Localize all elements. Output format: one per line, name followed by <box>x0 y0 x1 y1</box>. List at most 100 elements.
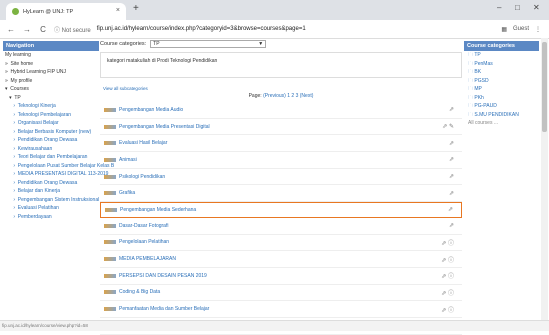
security-indicator[interactable]: ⓘ Not secure <box>54 25 91 34</box>
browser-tab[interactable]: HyLearn @ UNJ: TP × <box>6 3 126 20</box>
course-categories-header: Course categories <box>464 41 539 51</box>
course-link[interactable]: Psikologi Pendidikan <box>119 174 165 180</box>
course-row: Evaluasi Hasil Belajar ⇗ <box>100 135 462 153</box>
course-link[interactable]: Animasi <box>119 157 137 163</box>
course-info-icon[interactable]: ⇗ ⓘ <box>441 238 454 247</box>
course-row: Pengelolaan Pelatihan ⇗ ⓘ <box>100 235 462 252</box>
course-link[interactable]: MEDIA PEMBELAJARAN <box>119 256 176 262</box>
course-link[interactable]: PERSEPSI DAN DESAIN PESAN 2019 <box>119 273 207 279</box>
prev-page-link[interactable]: (Previous) <box>263 93 286 99</box>
category-item[interactable]: 🗀 PGSD <box>464 77 539 86</box>
course-info-icon[interactable]: ⇗ <box>449 190 454 197</box>
nav-item[interactable]: My learning <box>3 51 99 60</box>
category-select[interactable]: TP ▼ <box>150 40 267 48</box>
course-row: Pengembangan Media Audio ⇗ <box>100 102 462 119</box>
course-image <box>104 124 116 129</box>
maximize-button[interactable]: □ <box>515 3 520 12</box>
nav-item[interactable]: » My profile <box>3 77 99 86</box>
menu-icon[interactable]: ⋮ <box>535 26 541 33</box>
course-image <box>104 290 116 295</box>
category-item[interactable]: 🗀 TP <box>464 51 539 60</box>
category-label: TP <box>474 52 481 58</box>
pagination: Page: (Previous) 1 2 3 (Next) <box>248 93 314 99</box>
category-item[interactable]: 🗀 PKh <box>464 94 539 103</box>
course-link[interactable]: Grafika <box>119 190 135 196</box>
course-link[interactable]: Pengembangan Media Audio <box>119 107 183 113</box>
nav-item[interactable]: » Site home <box>3 60 99 69</box>
course-image <box>104 273 116 278</box>
course-info-icon[interactable]: ⇗ ⓘ <box>441 288 454 297</box>
nav-item[interactable]: › Pendidikan Orang Dewasa <box>3 136 99 145</box>
next-page-link[interactable]: (Next) <box>300 93 314 99</box>
nav-item[interactable]: ▾ Courses <box>3 85 99 94</box>
nav-item[interactable]: › Belajar Berbasis Komputer (new) <box>3 128 99 137</box>
guest-profile-button[interactable]: Guest <box>513 26 529 32</box>
course-link[interactable]: Pemanfaatan Media dan Sumber Belajar <box>119 306 209 312</box>
course-info-icon[interactable]: ⇗ <box>449 106 454 113</box>
course-list: Pengembangan Media Audio ⇗ Pengembangan Me… <box>100 102 462 335</box>
course-info-icon[interactable]: ⇗ <box>448 206 453 213</box>
nav-item[interactable]: › Pendidikan Orang Dewasa <box>3 179 99 188</box>
nav-item[interactable]: › Organisasi Belajar <box>3 119 99 128</box>
course-info-icon[interactable]: ⇗ <box>449 156 454 163</box>
tab-close-icon[interactable]: × <box>116 7 120 14</box>
course-info-icon[interactable]: ⇗ <box>449 222 454 229</box>
course-info-icon[interactable]: ⇗ <box>449 140 454 147</box>
category-item[interactable]: 🗀 MP <box>464 85 539 94</box>
course-info-icon[interactable]: ⇗ ✎ <box>442 123 454 130</box>
scrollbar[interactable] <box>541 38 548 320</box>
course-link[interactable]: Pengembangan Media Presentasi Digital <box>119 124 210 130</box>
nav-item[interactable]: › Teknologi Kinerja <box>3 102 99 111</box>
minimize-button[interactable]: – <box>497 3 501 12</box>
nav-item[interactable]: › Pemberdayaan <box>3 213 99 222</box>
course-image <box>104 257 116 262</box>
category-label: S.MU PENDIDIKAN <box>474 111 519 118</box>
status-bar: fip.unj.ac.id/hylearn/course/view.php?id… <box>0 320 549 331</box>
course-row: Pengembangan Media Presentasi Digital ⇗ ✎ <box>100 119 462 136</box>
all-courses-link[interactable]: All courses ... <box>464 119 539 127</box>
nav-item[interactable]: » Hybrid Learning FIP UNJ <box>3 68 99 77</box>
close-window-button[interactable]: ✕ <box>533 3 540 12</box>
nav-item[interactable]: › Pengelolaan Pusat Sumber Belajar Kelas… <box>3 162 114 171</box>
course-image <box>104 307 116 312</box>
course-info-icon[interactable]: ⇗ ⓘ <box>441 255 454 264</box>
back-button[interactable]: ← <box>6 25 16 34</box>
nav-item[interactable]: › MEDIA PRESENTASI DIGITAL 113-2019 <box>3 170 108 179</box>
course-row: Psikologi Pendidikan ⇗ <box>100 169 462 186</box>
course-info-icon[interactable]: ⇗ ⓘ <box>441 271 454 280</box>
nav-item[interactable]: ▾ TP <box>3 94 99 103</box>
nav-item[interactable]: › Pengembangan Sistem Instruksional <box>3 196 99 205</box>
extensions-icon[interactable]: ▦ <box>501 26 507 33</box>
course-categories-block: Course categories 🗀 TP 🗀 PenMas 🗀 BK 🗀 PGSD… <box>464 41 539 127</box>
nav-item[interactable]: › Evaluasi Pelatihan <box>3 204 99 213</box>
course-row: Grafika ⇗ <box>100 185 462 203</box>
category-item[interactable]: 🗀 BK <box>464 68 539 77</box>
course-info-icon[interactable]: ⇗ <box>449 173 454 180</box>
category-label: BK <box>474 69 482 75</box>
page-numbers[interactable]: 1 2 3 <box>287 93 298 99</box>
url-field[interactable]: fip.unj.ac.id/hylearn/course/index.php?c… <box>97 26 306 32</box>
course-link[interactable]: Evaluasi Hasil Belajar <box>119 140 167 146</box>
course-link[interactable]: Pengelolaan Pelatihan <box>119 239 169 245</box>
category-item[interactable]: 🗀 PenMas <box>464 60 539 69</box>
view-all-link[interactable]: View all subcategories <box>103 86 462 91</box>
forward-button[interactable]: → <box>22 25 32 34</box>
nav-item[interactable]: › Teori Belajar dan Pembelajaran <box>3 153 99 162</box>
category-label: PGSD <box>474 77 489 84</box>
nav-item[interactable]: › Teknologi Pembelajaran <box>3 111 99 120</box>
course-row: MEDIA PEMBELAJARAN ⇗ ⓘ <box>100 251 462 268</box>
category-label: MP <box>474 86 482 92</box>
category-item[interactable]: 🗀 S.MU PENDIDIKAN <box>464 111 539 120</box>
course-info-icon[interactable]: ⇗ ⓘ <box>441 305 454 314</box>
nav-item[interactable]: › Kewirausahaan <box>3 145 99 154</box>
course-link[interactable]: Coding & Big Data <box>119 289 160 295</box>
course-link[interactable]: Dasar-Dasar Fotografi <box>119 223 168 229</box>
nav-item[interactable]: › Belajar dan Kinerja <box>3 187 99 196</box>
category-item[interactable]: 🗀 PG-PAUD <box>464 102 539 111</box>
course-row: Coding & Big Data ⇗ ⓘ <box>100 285 462 302</box>
reload-button[interactable]: C <box>38 25 48 34</box>
category-selector-row: Course categories: TP ▼ <box>100 39 462 49</box>
course-image <box>104 174 116 179</box>
new-tab-button[interactable]: + <box>133 3 139 14</box>
course-link[interactable]: Pengembangan Media Sederhana <box>120 207 196 213</box>
